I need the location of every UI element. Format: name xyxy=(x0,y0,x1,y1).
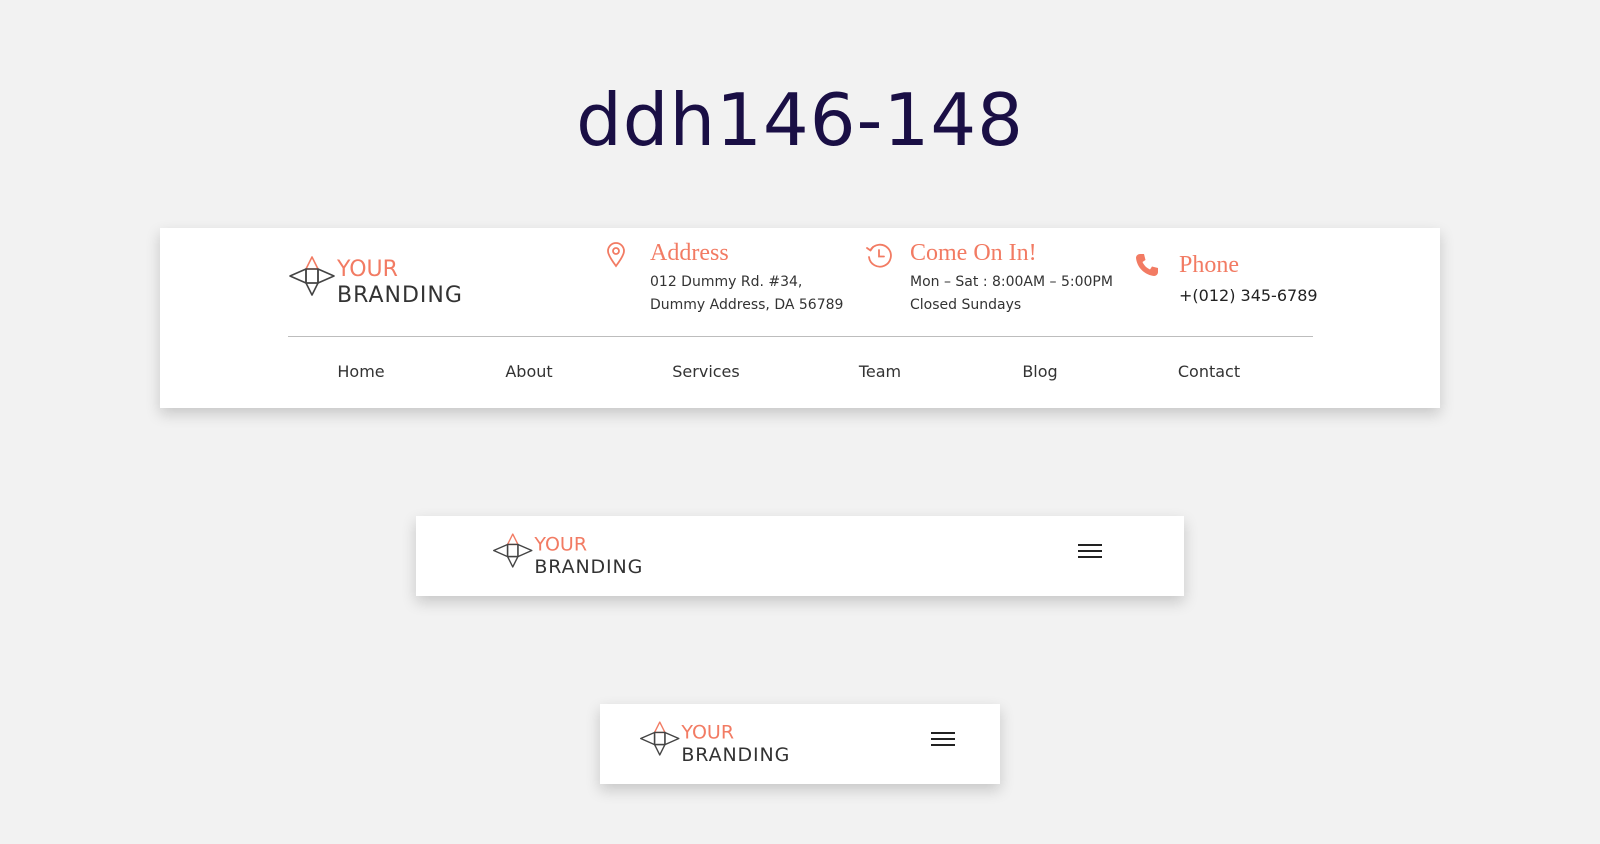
brand-word-branding: BRANDING xyxy=(337,283,463,306)
phone-icon xyxy=(1134,252,1160,283)
brand-mark-icon xyxy=(640,721,680,756)
clock-history-icon xyxy=(865,242,893,275)
header-mobile: YOUR BRANDING xyxy=(600,704,1000,784)
brand-word-branding: BRANDING xyxy=(681,744,790,765)
header-desktop: YOUR BRANDING Address 012 Dummy Rd. #34,… xyxy=(160,228,1440,408)
brand-mark-icon xyxy=(289,256,335,296)
nav-link-home[interactable]: Home xyxy=(337,362,384,381)
nav-link-about[interactable]: About xyxy=(505,362,552,381)
brand-logo[interactable]: YOUR BRANDING xyxy=(288,254,473,306)
hours-line-2: Closed Sundays xyxy=(910,297,1022,313)
brand-word-your: YOUR xyxy=(336,257,398,282)
phone-title: Phone xyxy=(1179,252,1239,278)
address-line-2: Dummy Address, DA 56789 xyxy=(650,297,844,313)
page-title: ddh146-148 xyxy=(576,78,1024,162)
brand-word-your: YOUR xyxy=(680,722,734,744)
brand-logo[interactable]: YOUR BRANDING xyxy=(639,719,799,765)
hamburger-menu-icon[interactable] xyxy=(1078,540,1102,560)
nav-link-blog[interactable]: Blog xyxy=(1022,362,1057,381)
hours-line-1: Mon – Sat : 8:00AM – 5:00PM xyxy=(910,274,1113,290)
address-line-1: 012 Dummy Rd. #34, xyxy=(650,274,803,290)
header-tablet: YOUR BRANDING xyxy=(416,516,1184,596)
brand-logo[interactable]: YOUR BRANDING xyxy=(492,531,652,577)
hours-title: Come On In! xyxy=(910,240,1037,266)
phone-number-link[interactable]: +(012) 345-6789 xyxy=(1179,286,1318,305)
nav-link-contact[interactable]: Contact xyxy=(1178,362,1240,381)
brand-word-branding: BRANDING xyxy=(534,556,643,577)
brand-mark-icon xyxy=(493,533,533,568)
address-title: Address xyxy=(650,240,729,266)
brand-word-your: YOUR xyxy=(533,534,587,556)
nav-link-team[interactable]: Team xyxy=(859,362,901,381)
hamburger-menu-icon[interactable] xyxy=(931,728,955,748)
nav-link-services[interactable]: Services xyxy=(672,362,739,381)
map-pin-icon xyxy=(605,242,627,273)
header-divider xyxy=(288,336,1313,337)
